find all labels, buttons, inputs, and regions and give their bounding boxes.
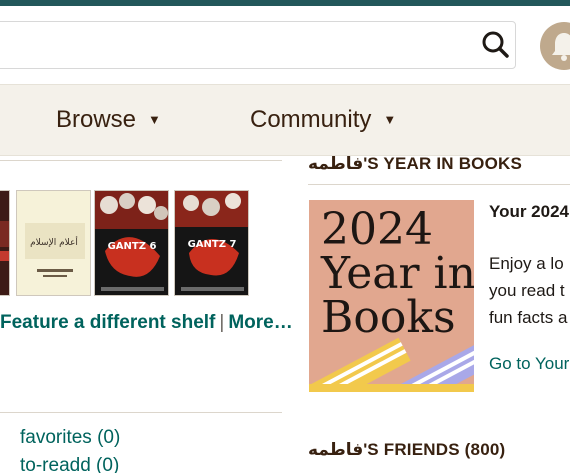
friends-title: فاطمه'S FRIENDS (800) bbox=[308, 440, 506, 459]
year-in-books-card[interactable]: 2024 Year in Books bbox=[309, 200, 474, 392]
shelf-links: Feature a different shelf | More… bbox=[0, 312, 293, 334]
search-input[interactable] bbox=[0, 21, 516, 69]
shelf-item-favorites[interactable]: favorites (0) bbox=[20, 427, 120, 449]
link-separator: | bbox=[219, 312, 225, 333]
year-in-books-title: فاطمه'S YEAR IN BOOKS bbox=[308, 154, 523, 173]
nav-community-label: Community bbox=[250, 106, 372, 133]
feature-shelf-link[interactable]: Feature a different shelf bbox=[0, 312, 215, 333]
book-cover-art: GANTZ 6 bbox=[95, 191, 168, 295]
notifications-button[interactable] bbox=[540, 22, 570, 70]
book-cover-art bbox=[0, 191, 9, 295]
book-cover[interactable] bbox=[0, 190, 10, 296]
bookshelf-panel: أعلام الإسلام GANTZ 6 GANTZ 7 Feature a bbox=[0, 156, 293, 473]
year-in-books-description: Enjoy a lo you read t fun facts a bbox=[489, 254, 568, 327]
divider bbox=[308, 184, 570, 185]
shelf-item-to-read[interactable]: to-readd (0) bbox=[20, 455, 119, 473]
book-3-title: GANTZ 6 bbox=[108, 241, 157, 252]
book-2-title: أعلام الإسلام bbox=[30, 236, 78, 248]
year-in-books-card-text: 2024 Year in Books bbox=[321, 204, 474, 343]
bell-icon bbox=[552, 33, 570, 61]
book-cover[interactable]: أعلام الإسلام bbox=[16, 190, 91, 296]
caret-down-icon: ▼ bbox=[148, 111, 161, 127]
divider bbox=[0, 412, 282, 413]
main-nav: Browse ▼ Community ▼ bbox=[0, 84, 570, 156]
book-cover[interactable]: GANTZ 7 bbox=[174, 190, 249, 296]
year-in-books-heading: Your 2024 bbox=[489, 202, 570, 221]
book-cover-art: GANTZ 7 bbox=[175, 191, 248, 295]
search-icon bbox=[482, 31, 509, 58]
nav-browse-label: Browse bbox=[56, 106, 137, 133]
book-cover-art: أعلام الإسلام bbox=[17, 191, 90, 295]
sidebar-panel: فاطمه'S YEAR IN BOOKS 2024 Year in Books… bbox=[308, 154, 570, 473]
nav-community[interactable]: Community ▼ bbox=[250, 105, 396, 135]
divider bbox=[0, 160, 282, 161]
search-button[interactable] bbox=[478, 27, 514, 63]
site-header bbox=[0, 6, 570, 84]
more-link[interactable]: More… bbox=[228, 312, 292, 333]
book-cover[interactable]: GANTZ 6 bbox=[94, 190, 169, 296]
book-4-title: GANTZ 7 bbox=[188, 239, 237, 250]
year-in-books-link[interactable]: Go to Your bbox=[489, 354, 569, 374]
nav-browse[interactable]: Browse ▼ bbox=[56, 105, 161, 135]
caret-down-icon: ▼ bbox=[383, 111, 397, 127]
